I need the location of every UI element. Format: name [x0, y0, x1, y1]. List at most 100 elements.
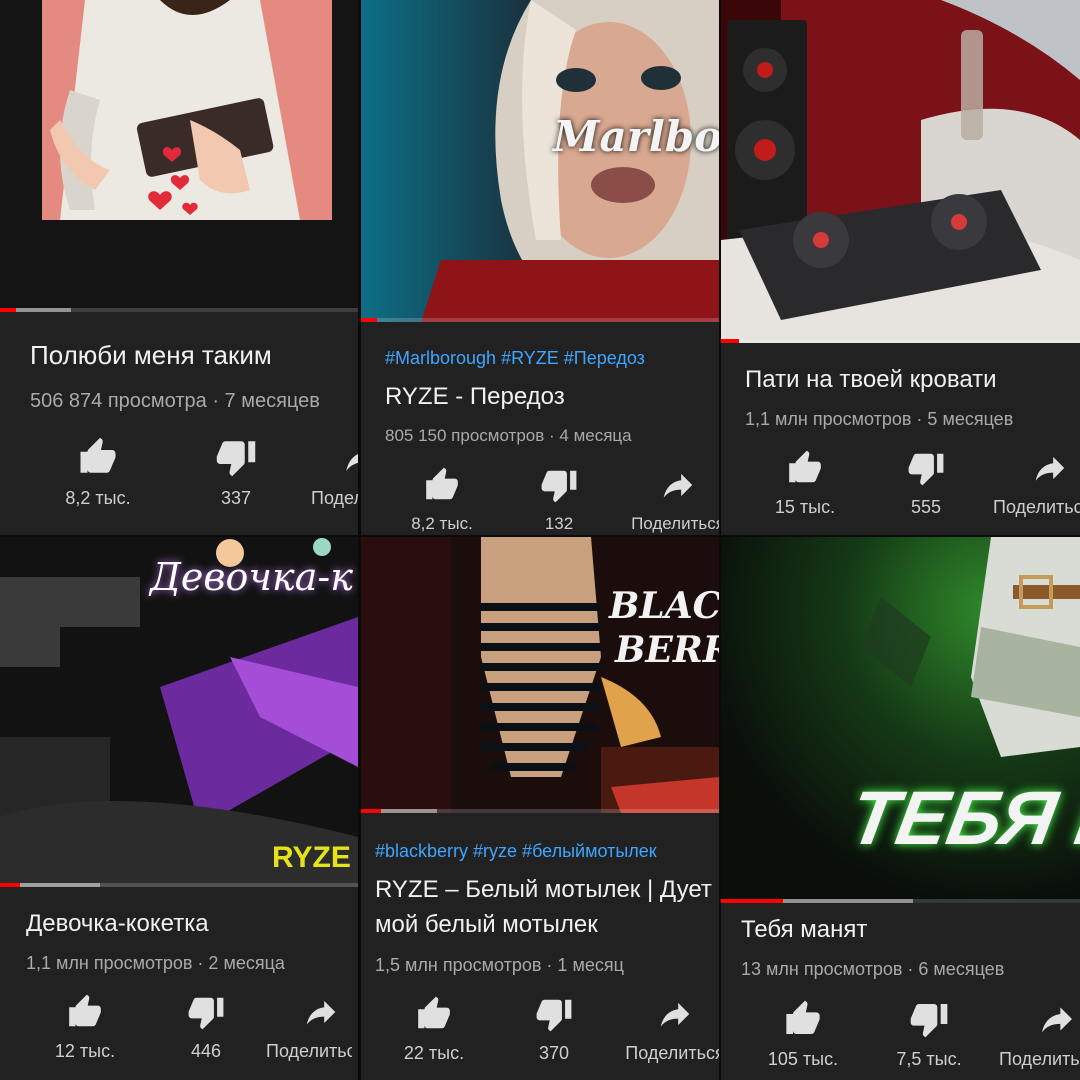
- thumbnail-art: [361, 537, 719, 813]
- like-button[interactable]: 105 тыс.: [748, 999, 858, 1070]
- video-meta: 1,1 млн просмотров · 5 месяцев: [745, 409, 1014, 429]
- video-thumbnail[interactable]: [721, 0, 1080, 343]
- dislike-button[interactable]: 337: [181, 436, 291, 509]
- dislike-count: 7,5 тыс.: [896, 1049, 962, 1069]
- share-label: Поделиться: [311, 488, 358, 508]
- share-button[interactable]: Поделиться: [311, 436, 358, 509]
- thumbs-down-icon: [536, 999, 572, 1032]
- video-card-6: ТЕБЯ М Тебя манят 13 млн просмотров · 6 …: [721, 537, 1080, 1080]
- like-button[interactable]: 15 тыс.: [750, 449, 860, 518]
- progress-buffer: [381, 809, 437, 813]
- like-button[interactable]: 22 тыс.: [379, 995, 489, 1064]
- dislike-count: 337: [220, 488, 252, 508]
- thumbnail-caption: ТЕБЯ М: [843, 776, 1080, 861]
- thumbs-up-icon: [789, 450, 821, 483]
- video-hashtags[interactable]: #Marlborough #RYZE #Передоз: [385, 348, 645, 369]
- like-count: 15 тыс.: [774, 497, 836, 517]
- share-icon: [660, 1002, 690, 1027]
- dislike-count: 132: [544, 514, 574, 533]
- video-meta: 1,5 млн просмотров · 1 месяц: [375, 955, 624, 975]
- share-icon: [346, 454, 358, 471]
- like-button[interactable]: 8,2 тыс.: [387, 466, 497, 534]
- share-button[interactable]: Поделиться: [623, 466, 719, 534]
- dislike-count: 446: [190, 1041, 222, 1061]
- video-meta: 506 874 просмотра · 7 месяцев: [30, 390, 320, 412]
- video-meta: 1,1 млн просмотров · 2 месяца: [26, 953, 285, 973]
- progress-fill: [361, 318, 377, 322]
- share-button[interactable]: Поделиться: [266, 993, 358, 1062]
- video-thumbnail[interactable]: ТЕБЯ М: [721, 537, 1080, 903]
- video-title-line2: мой белый мотылек: [375, 911, 598, 938]
- like-count: 8,2 тыс.: [411, 514, 473, 533]
- share-label: Поделиться: [625, 1043, 719, 1063]
- video-progress[interactable]: [0, 308, 358, 312]
- video-thumbnail[interactable]: Девочка-к RYZE: [0, 537, 358, 887]
- progress-fill: [0, 883, 20, 887]
- thumbs-up-icon: [418, 996, 450, 1029]
- dislike-button[interactable]: 446: [151, 993, 261, 1062]
- thumbs-down-icon: [910, 1004, 948, 1038]
- thumbnail-art: [361, 0, 719, 322]
- video-title: RYZE – Белый мотылек | Дует: [375, 876, 712, 903]
- share-icon: [663, 473, 693, 498]
- dislike-button[interactable]: 555: [871, 449, 981, 518]
- progress-fill: [721, 339, 739, 343]
- share-icon: [1042, 1007, 1072, 1033]
- like-button[interactable]: 12 тыс.: [30, 993, 140, 1062]
- video-meta: 805 150 просмотров · 4 месяца: [385, 426, 632, 445]
- video-thumbnail[interactable]: Marlboro: [361, 0, 719, 322]
- video-thumbnail[interactable]: [0, 0, 358, 312]
- dislike-count: 555: [910, 497, 942, 517]
- progress-fill: [361, 809, 381, 813]
- like-count: 105 тыс.: [767, 1049, 839, 1069]
- thumbnail-caption: Marlboro: [553, 112, 719, 161]
- thumbs-up-icon: [426, 467, 458, 500]
- video-card-2: Marlboro #Marlborough #RYZE #Передоз RYZ…: [361, 0, 719, 535]
- video-thumbnail[interactable]: BLAC BERR: [361, 537, 719, 813]
- dislike-count: 370: [538, 1043, 570, 1063]
- video-title: Пати на твоей кровати: [745, 366, 997, 393]
- video-progress[interactable]: [361, 809, 719, 813]
- progress-fill: [0, 308, 16, 312]
- share-label: Поделиться: [993, 497, 1080, 517]
- like-count: 8,2 тыс.: [65, 488, 131, 508]
- video-title: RYZE - Передоз: [385, 383, 565, 410]
- progress-buffer: [783, 899, 913, 903]
- video-card-1: Полюби меня таким 506 874 просмотра · 7 …: [0, 0, 358, 535]
- progress-buffer: [16, 308, 71, 312]
- dislike-button[interactable]: 132: [504, 466, 614, 534]
- thumbnail-caption: Девочка-к: [150, 555, 353, 599]
- thumbnail-art: [42, 0, 332, 220]
- video-progress[interactable]: [0, 883, 358, 887]
- thumbnail-caption: BLAC: [609, 585, 719, 627]
- dislike-button[interactable]: 7,5 тыс.: [874, 999, 984, 1070]
- thumbs-down-icon: [188, 997, 224, 1030]
- thumbnail-caption: BERR: [615, 629, 719, 671]
- share-label: Поделиться: [266, 1041, 352, 1061]
- thumbs-up-icon: [786, 1000, 820, 1034]
- like-button[interactable]: 8,2 тыс.: [43, 436, 153, 509]
- share-label: Поделиться: [631, 514, 719, 533]
- share-button[interactable]: Поделиться: [620, 995, 719, 1064]
- thumbs-up-icon: [80, 437, 116, 473]
- thumbs-down-icon: [541, 470, 577, 503]
- video-progress[interactable]: [721, 899, 1080, 903]
- like-count: 12 тыс.: [54, 1041, 116, 1061]
- video-progress[interactable]: [361, 318, 719, 322]
- video-title: Полюби меня таким: [30, 340, 272, 370]
- thumbnail-art: [721, 0, 1080, 343]
- video-hashtags[interactable]: #blackberry #ryze #белыймотылек: [375, 841, 657, 862]
- video-card-3: Пати на твоей кровати 1,1 млн просмотров…: [721, 0, 1080, 535]
- video-title: Тебя манят: [741, 916, 868, 943]
- thumbnail-brand: RYZE: [272, 841, 351, 874]
- thumbs-down-icon: [908, 453, 944, 486]
- dislike-button[interactable]: 370: [499, 995, 609, 1064]
- share-button[interactable]: Поделиться: [999, 999, 1080, 1070]
- video-card-5: BLAC BERR #blackberry #ryze #белыймотыле…: [361, 537, 719, 1080]
- video-progress[interactable]: [721, 339, 1080, 343]
- share-button[interactable]: Поделиться: [993, 449, 1080, 518]
- video-title: Девочка-кокетка: [26, 910, 209, 937]
- share-icon: [306, 1000, 336, 1025]
- thumbs-down-icon: [216, 441, 256, 477]
- share-label: Поделиться: [999, 1049, 1080, 1069]
